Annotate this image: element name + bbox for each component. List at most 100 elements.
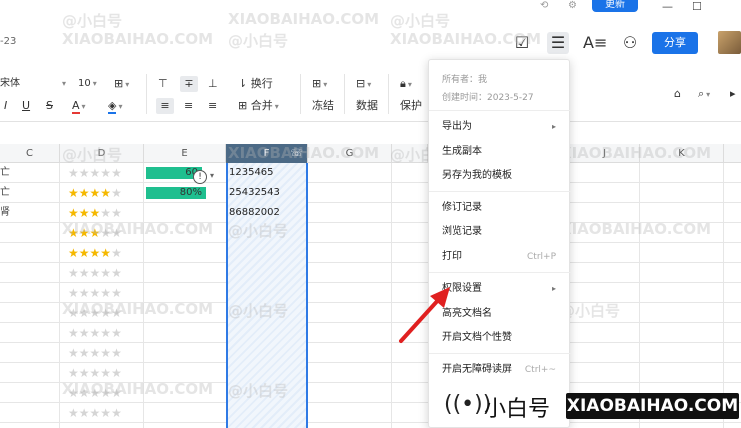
font-color-icon[interactable]: A ▾ xyxy=(72,98,86,115)
align-right-icon[interactable]: ≡ xyxy=(208,98,217,114)
protect-label[interactable]: 保护 xyxy=(400,98,422,114)
table-row[interactable]: ★★★★★ xyxy=(0,303,741,323)
table-row[interactable]: ★★★★★ xyxy=(0,223,741,243)
star-icon: ★ xyxy=(68,206,79,220)
italic-icon[interactable]: I xyxy=(4,98,7,114)
file-menu: 所有者：我 创建时间：2023-5-27 导出为 ▸ 生成副本 另存为我的模板 修… xyxy=(428,59,571,428)
text-format-icon[interactable]: A≡ xyxy=(583,32,607,54)
font-size-select[interactable]: 10 ▾ xyxy=(78,76,104,92)
menu-item-print[interactable]: 打印 Ctrl+P xyxy=(442,250,562,264)
align-middle-icon[interactable]: ∓ xyxy=(180,76,198,92)
menu-item-save-template[interactable]: 另存为我的模板 xyxy=(442,169,562,183)
wrap-button[interactable]: ⇂ 换行 xyxy=(238,76,273,92)
menu-item-highlight-name[interactable]: 高亮文档名 xyxy=(442,307,562,321)
table-row[interactable]: ★★★★★ xyxy=(0,363,741,383)
star-icon: ★ xyxy=(89,406,101,420)
share-button[interactable]: 分享 xyxy=(652,32,698,54)
star-rating[interactable]: ★★★★★ xyxy=(68,303,122,323)
menu-item-export[interactable]: 导出为 ▸ xyxy=(442,120,562,134)
star-icon: ★ xyxy=(100,406,112,420)
settings-icon[interactable]: ⚙ xyxy=(568,0,577,11)
align-top-icon[interactable]: ⊤ xyxy=(158,76,168,92)
data-label[interactable]: 数据 xyxy=(356,98,378,114)
menu-item-revisions[interactable]: 修订记录 xyxy=(442,201,562,215)
data-icon[interactable]: ⊟ ▾ xyxy=(356,76,371,93)
menu-created: 创建时间：2023-5-27 xyxy=(442,93,534,103)
star-rating[interactable]: ★★★★★ xyxy=(68,163,122,183)
avatar[interactable] xyxy=(718,31,741,54)
menu-icon[interactable]: ☰ xyxy=(547,32,569,54)
font-name-select[interactable]: 宋体 ▾ xyxy=(0,76,66,92)
lock-icon[interactable]: 🔒︎ ▾ xyxy=(400,76,412,93)
table-row[interactable]: ★★★★★ xyxy=(0,283,741,303)
star-rating[interactable]: ★★★★★ xyxy=(68,223,122,243)
search-icon[interactable]: ⌕ ▾ xyxy=(698,86,710,103)
star-rating[interactable]: ★★★★★ xyxy=(68,263,122,283)
star-rating[interactable]: ★★★★★ xyxy=(68,343,122,363)
column-header-g[interactable]: G xyxy=(308,144,392,163)
more-icon[interactable]: ▸ xyxy=(730,86,736,102)
menu-item-personalize[interactable]: 开启文档个性赞 xyxy=(442,331,562,345)
column-header-f[interactable]: F ☏ xyxy=(226,144,308,163)
column-header-h[interactable] xyxy=(392,144,428,163)
align-center-icon[interactable]: ≡ xyxy=(184,98,193,114)
star-rating[interactable]: ★★★★★ xyxy=(68,203,122,223)
info-icon[interactable]: ! xyxy=(193,170,207,184)
chevron-down-icon: ▾ xyxy=(92,79,97,88)
column-header-j[interactable]: J xyxy=(570,144,640,163)
table-row[interactable]: ★★★★★ xyxy=(0,343,741,363)
border-icon[interactable]: ⊞ ▾ xyxy=(114,76,129,93)
star-rating[interactable]: ★★★★★ xyxy=(68,403,122,423)
cell-f[interactable]: 25432543 xyxy=(229,183,280,203)
update-button[interactable]: 更新 xyxy=(592,0,638,12)
star-rating[interactable]: ★★★★★ xyxy=(68,243,122,263)
freeze-label[interactable]: 冻结 xyxy=(312,98,334,114)
table-row[interactable]: 肾 ★★★★★ xyxy=(0,203,741,223)
maximize-button[interactable]: ☐ xyxy=(692,0,702,13)
star-icon: ★ xyxy=(111,346,122,360)
menu-item-browse-history[interactable]: 浏览记录 xyxy=(442,225,562,239)
toolbar: 宋体 ▾ 10 ▾ ⊞ ▾ ⊤ ∓ ⊥ ⇂ 换行 ⊞ ▾ ⊟ ▾ 🔒︎ ▾ I U S A ▾… xyxy=(0,70,741,122)
star-rating[interactable]: ★★★★★ xyxy=(68,183,122,203)
chevron-down-icon[interactable]: ▾ xyxy=(210,171,214,180)
star-rating[interactable]: ★★★★★ xyxy=(68,363,122,383)
freeze-icon[interactable]: ⊞ ▾ xyxy=(312,76,327,93)
star-rating[interactable]: ★★★★★ xyxy=(68,383,122,403)
star-icon: ★ xyxy=(100,326,112,340)
strikethrough-icon[interactable]: S xyxy=(46,98,53,114)
menu-item-accessible-mode[interactable]: 开启无障碍读屏 Ctrl+~ xyxy=(442,363,562,377)
cell-f[interactable]: 1235465 xyxy=(229,163,274,183)
star-rating[interactable]: ★★★★★ xyxy=(68,283,122,303)
minimize-button[interactable]: — xyxy=(662,0,673,13)
cell-c: 亡 xyxy=(0,167,10,178)
cell-f[interactable]: 86882002 xyxy=(229,203,280,223)
star-icon: ★ xyxy=(100,246,112,260)
table-row[interactable]: ★★★★★ xyxy=(0,263,741,283)
column-header-d[interactable]: D xyxy=(60,144,144,163)
column-header-e[interactable]: E xyxy=(144,144,226,163)
star-rating[interactable]: ★★★★★ xyxy=(68,323,122,343)
align-bottom-icon[interactable]: ⊥ xyxy=(208,76,218,92)
table-row[interactable]: 亡 ★★★★★ xyxy=(0,183,741,203)
star-icon: ★ xyxy=(78,326,90,340)
table-row[interactable]: ★★★★★ xyxy=(0,243,741,263)
merge-button[interactable]: ⊞ 合并 ▾ xyxy=(238,98,279,115)
link-icon[interactable]: ⟲ xyxy=(540,0,548,11)
menu-item-make-copy[interactable]: 生成副本 xyxy=(442,145,562,159)
add-collaborator-icon[interactable]: ⚇ xyxy=(619,32,641,54)
menu-item-print-label: 打印 xyxy=(442,251,462,262)
menu-item-permissions[interactable]: 权限设置 ▸ xyxy=(442,282,562,296)
column-header-k[interactable]: K xyxy=(640,144,724,163)
table-row[interactable]: ★★★★★ xyxy=(0,323,741,343)
underline-icon[interactable]: U xyxy=(22,98,30,114)
phone-icon: ☏ xyxy=(290,148,303,159)
align-left-icon[interactable]: ≡ xyxy=(156,98,174,114)
doc-date: -23 xyxy=(0,36,17,47)
new-comment-icon[interactable]: ☑ xyxy=(511,32,533,54)
column-header-c[interactable]: C xyxy=(0,144,60,163)
star-icon: ★ xyxy=(78,166,90,180)
table-row[interactable]: 亡 ★★★★★ xyxy=(0,163,741,183)
fill-color-icon[interactable]: ◈ ▾ xyxy=(108,98,122,115)
sheet-grid[interactable]: 亡 ★★★★★ 亡 ★★★★★ 肾 ★★★★★ ★★★★★ ★★★★★ ★★★★★ ★★★★★ ★★… xyxy=(0,163,741,428)
brush-icon[interactable]: ⌂ xyxy=(674,86,681,102)
